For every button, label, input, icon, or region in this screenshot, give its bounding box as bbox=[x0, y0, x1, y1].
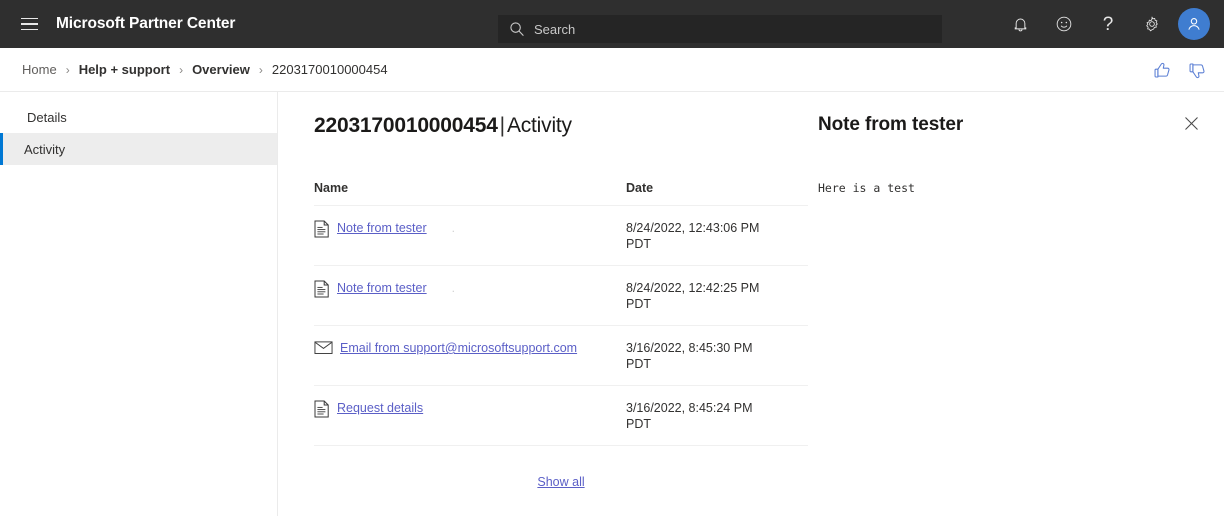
activity-name-link[interactable]: Note from tester bbox=[337, 220, 427, 237]
feedback-smiley-icon[interactable] bbox=[1042, 2, 1086, 46]
activity-date: 3/16/2022, 8:45:30 PM bbox=[626, 341, 753, 355]
activity-timezone: PDT bbox=[626, 417, 651, 431]
table-row[interactable]: Note from tester . 8/24/2022, 12:42:25 P… bbox=[314, 266, 808, 326]
table-header-row: Name Date bbox=[314, 181, 808, 206]
help-glyph: ? bbox=[1102, 13, 1114, 35]
page-title-section: Activity bbox=[506, 114, 572, 137]
document-icon bbox=[314, 280, 330, 298]
activity-date: 8/24/2022, 12:42:25 PM bbox=[626, 281, 760, 295]
activity-date: 3/16/2022, 8:45:24 PM bbox=[626, 401, 753, 415]
close-panel-button[interactable] bbox=[1178, 110, 1204, 136]
activity-timezone: PDT bbox=[626, 357, 651, 371]
hamburger-bar bbox=[20, 23, 38, 25]
cell-date: 3/16/2022, 8:45:24 PM PDT bbox=[626, 400, 808, 432]
page-title: 2203170010000454|Activity bbox=[314, 114, 808, 138]
sidebar-item-details[interactable]: Details bbox=[0, 101, 277, 133]
chevron-right-icon: › bbox=[258, 62, 263, 77]
person-icon bbox=[1188, 18, 1200, 30]
hamburger-menu-icon[interactable] bbox=[14, 9, 44, 39]
activity-date: 8/24/2022, 12:43:06 PM bbox=[626, 221, 760, 235]
activity-table: Name Date Note from tester . 8/24/2022, … bbox=[314, 181, 808, 446]
cell-name: Request details bbox=[314, 400, 626, 418]
left-navigation: Details Activity bbox=[0, 92, 278, 516]
detail-panel-body: Here is a test bbox=[818, 181, 915, 195]
document-icon bbox=[314, 220, 330, 238]
cell-name: Email from support@microsoftsupport.com bbox=[314, 340, 626, 357]
show-all-container: Show all bbox=[314, 446, 808, 489]
table-row[interactable]: Email from support@microsoftsupport.com … bbox=[314, 326, 808, 386]
detail-panel-title: Note from tester bbox=[818, 114, 964, 135]
main-content: 2203170010000454|Activity Name Date Note… bbox=[278, 92, 808, 516]
show-all-link[interactable]: Show all bbox=[537, 475, 584, 489]
page-body: Details Activity 2203170010000454|Activi… bbox=[0, 92, 1224, 516]
search-input[interactable] bbox=[534, 21, 934, 37]
sidebar-item-activity[interactable]: Activity bbox=[0, 133, 277, 165]
cell-date: 3/16/2022, 8:45:30 PM PDT bbox=[626, 340, 808, 372]
cell-name: Note from tester . bbox=[314, 220, 626, 238]
breadcrumb-item-help-support[interactable]: Help + support bbox=[79, 62, 170, 77]
notifications-bell-icon[interactable] bbox=[998, 2, 1042, 46]
cell-date: 8/24/2022, 12:43:06 PM PDT bbox=[626, 220, 808, 252]
settings-gear-icon[interactable] bbox=[1130, 2, 1174, 46]
breadcrumb-item-home[interactable]: Home bbox=[22, 62, 57, 77]
close-x-icon bbox=[1184, 116, 1198, 130]
cell-date: 8/24/2022, 12:42:25 PM PDT bbox=[626, 280, 808, 312]
breadcrumb-item-overview[interactable]: Overview bbox=[192, 62, 250, 77]
table-row[interactable]: Request details 3/16/2022, 8:45:24 PM PD… bbox=[314, 386, 808, 446]
activity-name-link[interactable]: Email from support@microsoftsupport.com bbox=[340, 340, 577, 357]
global-search-box[interactable] bbox=[498, 15, 942, 43]
table-row[interactable]: Note from tester . 8/24/2022, 12:43:06 P… bbox=[314, 206, 808, 266]
activity-timezone: PDT bbox=[626, 237, 651, 251]
activity-timezone: PDT bbox=[626, 297, 651, 311]
breadcrumb-item-current: 2203170010000454 bbox=[271, 62, 388, 77]
page-feedback-controls bbox=[1152, 48, 1208, 92]
detail-panel: Note from tester Here is a test bbox=[808, 92, 1224, 516]
user-avatar[interactable] bbox=[1178, 8, 1210, 40]
column-header-date[interactable]: Date bbox=[626, 181, 808, 195]
sidebar-item-label: Details bbox=[27, 109, 67, 125]
row-trailing-mark: . bbox=[451, 281, 455, 295]
column-header-name[interactable]: Name bbox=[314, 181, 626, 195]
sidebar-item-label: Activity bbox=[24, 141, 66, 157]
document-icon bbox=[314, 400, 330, 418]
hamburger-bar bbox=[20, 28, 38, 31]
breadcrumb: Home › Help + support › Overview › 22031… bbox=[22, 62, 388, 77]
app-brand-title: Microsoft Partner Center bbox=[56, 15, 236, 32]
thumbs-down-icon[interactable] bbox=[1187, 60, 1208, 81]
page-title-separator: | bbox=[499, 114, 505, 137]
activity-name-link[interactable]: Note from tester bbox=[337, 280, 427, 297]
chevron-right-icon: › bbox=[179, 62, 184, 77]
app-header: Microsoft Partner Center ? bbox=[0, 0, 1224, 48]
search-icon bbox=[510, 22, 524, 36]
envelope-icon bbox=[314, 340, 333, 355]
help-question-icon[interactable]: ? bbox=[1086, 2, 1130, 46]
header-actions: ? bbox=[998, 0, 1216, 48]
thumbs-up-icon[interactable] bbox=[1152, 60, 1173, 81]
hamburger-bar bbox=[20, 17, 38, 20]
breadcrumb-bar: Home › Help + support › Overview › 22031… bbox=[0, 48, 1224, 92]
cell-name: Note from tester . bbox=[314, 280, 626, 298]
activity-name-link[interactable]: Request details bbox=[337, 400, 423, 417]
page-title-id: 2203170010000454 bbox=[314, 114, 498, 137]
row-trailing-mark: . bbox=[451, 221, 455, 235]
chevron-right-icon: › bbox=[65, 62, 70, 77]
